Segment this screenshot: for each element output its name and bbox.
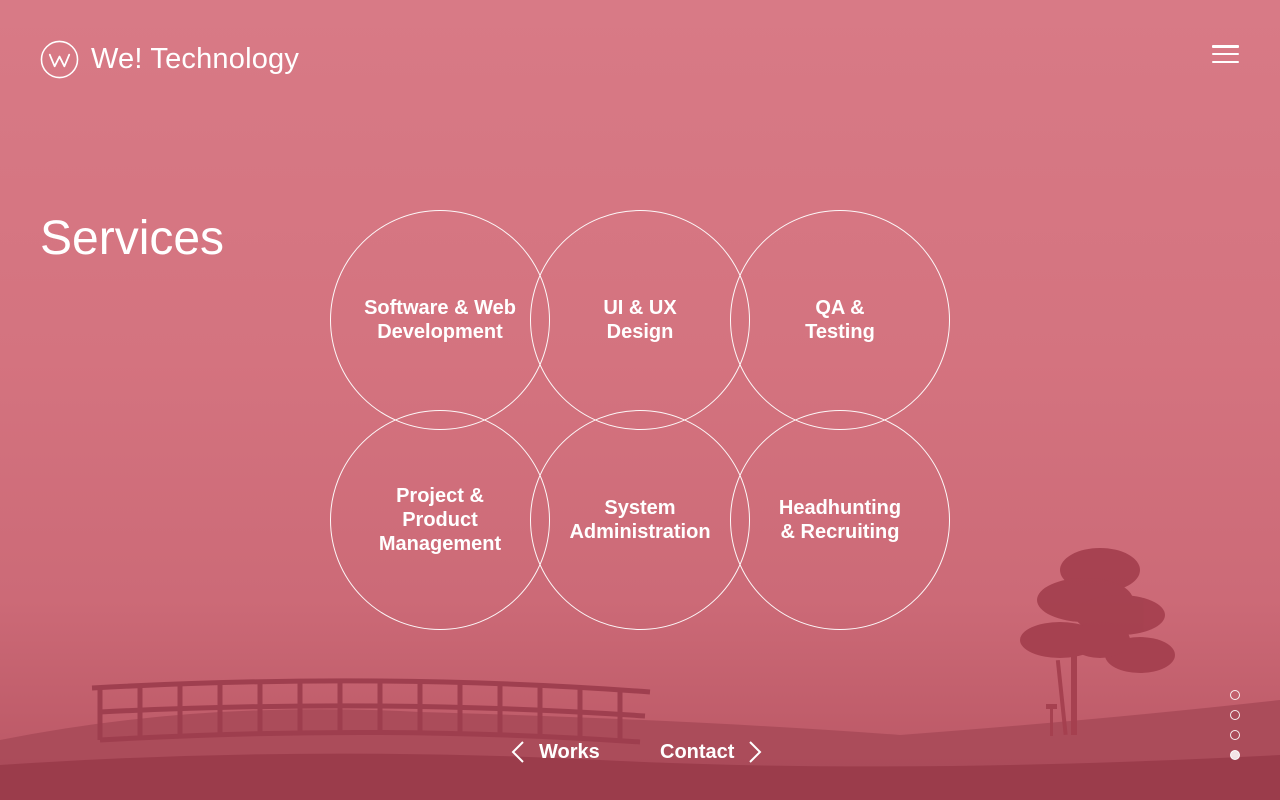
chevron-left-icon xyxy=(511,741,524,763)
service-label: QA & Testing xyxy=(805,297,875,343)
next-section-contact-link[interactable]: Contact xyxy=(660,740,762,764)
prev-section-works-link[interactable]: Works xyxy=(511,740,600,764)
pagination-dot-2[interactable] xyxy=(1230,710,1240,720)
section-pagination xyxy=(1230,690,1240,760)
service-circle-qa-testing[interactable]: QA & Testing xyxy=(730,210,950,430)
hamburger-menu-icon[interactable] xyxy=(1212,45,1240,67)
service-circle-system-administration[interactable]: System Administration xyxy=(530,410,750,630)
pagination-dot-3[interactable] xyxy=(1230,730,1240,740)
tree-silhouette xyxy=(1020,548,1175,736)
service-label: Headhunting & Recruiting xyxy=(778,497,902,543)
page-title: Services xyxy=(40,212,225,265)
prev-section-label: Works xyxy=(539,740,600,763)
service-circle-ui-ux-design[interactable]: UI & UX Design xyxy=(530,210,750,430)
w-circle-logo-icon xyxy=(40,40,79,79)
service-circle-project-product-management[interactable]: Project & Product Management xyxy=(330,410,550,630)
brand-logo-link[interactable]: We! Technology xyxy=(40,40,299,79)
service-label: System Administration xyxy=(569,497,711,543)
chevron-right-icon xyxy=(749,741,762,763)
pagination-dot-4-active[interactable] xyxy=(1230,750,1240,760)
pagination-dot-1[interactable] xyxy=(1230,690,1240,700)
service-circle-software-web-development[interactable]: Software & Web Development xyxy=(330,210,550,430)
next-section-label: Contact xyxy=(660,740,735,763)
service-circle-headhunting-recruiting[interactable]: Headhunting & Recruiting xyxy=(730,410,950,630)
service-label: Project & Product Management xyxy=(378,485,502,555)
service-label: UI & UX Design xyxy=(603,297,677,343)
brand-name: We! Technology xyxy=(91,43,300,75)
service-label: Software & Web Development xyxy=(364,297,516,343)
